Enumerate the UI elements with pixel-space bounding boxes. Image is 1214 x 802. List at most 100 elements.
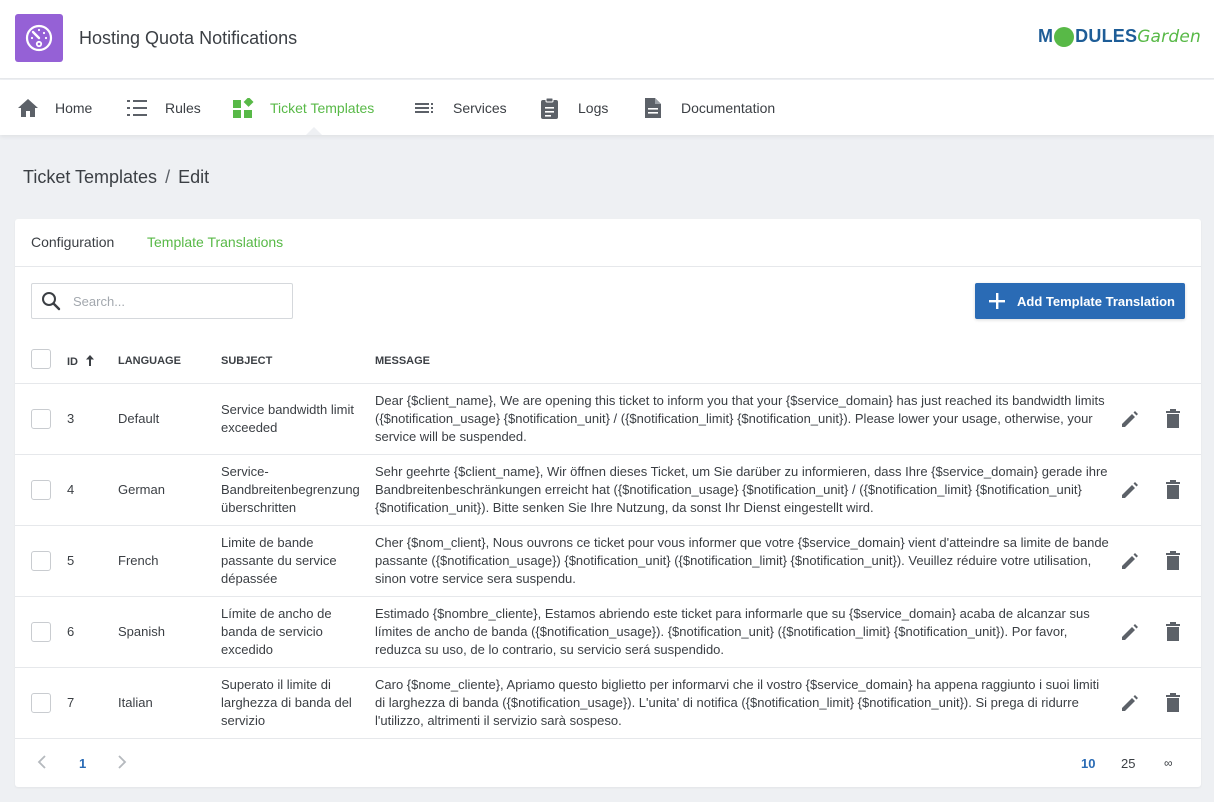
nav-label-home: Home — [55, 99, 93, 116]
nav-label-logs: Logs — [578, 99, 609, 116]
row-language: Default — [118, 411, 160, 426]
logo-globe-icon — [1054, 26, 1075, 47]
row-id: 6 — [67, 624, 75, 639]
search-icon — [42, 292, 61, 311]
row-subject: Service bandwidth limit exceeded — [221, 402, 354, 435]
logo-text-m: M — [1037, 26, 1054, 46]
trash-icon — [1166, 551, 1180, 570]
nav-label-services: Services — [453, 99, 507, 116]
plus-icon — [989, 293, 1005, 309]
table-header: ID LANGUAGE SUBJECT MESSAGE — [15, 339, 1201, 384]
row-subject: Service-Bandbreitenbegrenzung überschrit… — [221, 464, 360, 515]
row-id: 3 — [67, 411, 75, 426]
delete-button[interactable] — [1161, 478, 1185, 502]
main-nav: Home Rules Ticket Templates Services Log… — [0, 80, 1214, 135]
table-row: 7 Italian Superato il limite di larghezz… — [15, 668, 1201, 739]
trash-icon — [1166, 622, 1180, 641]
top-header: Hosting Quota Notifications M DULES Gard… — [0, 0, 1214, 79]
pencil-icon — [1122, 624, 1138, 640]
breadcrumb-parent[interactable]: Ticket Templates — [23, 167, 157, 187]
column-header-message: MESSAGE — [375, 355, 431, 367]
row-subject: Límite de ancho de banda de servicio exc… — [221, 606, 332, 657]
delete-button[interactable] — [1161, 407, 1185, 431]
row-language: Italian — [118, 695, 153, 710]
pencil-icon — [1122, 553, 1138, 569]
row-checkbox[interactable] — [31, 409, 51, 429]
row-language: Spanish — [118, 624, 165, 639]
row-subject: Limite de bande passante du service dépa… — [221, 535, 337, 586]
pencil-icon — [1122, 482, 1138, 498]
page-button-1[interactable]: 1 — [79, 756, 86, 771]
row-checkbox[interactable] — [31, 693, 51, 713]
nav-item-rules[interactable]: Rules — [127, 80, 201, 135]
breadcrumb: Ticket Templates / Edit — [23, 167, 209, 188]
search-input[interactable] — [73, 293, 273, 309]
translations-card: Configuration Template Translations Add … — [15, 219, 1201, 787]
nav-item-documentation[interactable]: Documentation — [643, 80, 775, 135]
table-row: 3 Default Service bandwidth limit exceed… — [15, 384, 1201, 455]
logo-text-dules: DULES — [1075, 26, 1138, 46]
page-size-10[interactable]: 10 — [1081, 756, 1095, 771]
pencil-icon — [1122, 695, 1138, 711]
chevron-left-icon — [37, 755, 46, 769]
row-id: 4 — [67, 482, 75, 497]
page-size-25[interactable]: 25 — [1121, 756, 1135, 771]
column-id-label: ID — [67, 356, 78, 368]
delete-button[interactable] — [1161, 620, 1185, 644]
row-id: 5 — [67, 553, 75, 568]
column-header-subject: SUBJECT — [221, 355, 273, 367]
nav-label-documentation: Documentation — [681, 99, 776, 116]
sort-ascending-icon — [86, 355, 95, 366]
row-message: Sehr geehrte {$client_name}, Wir öffnen … — [375, 464, 1108, 515]
list-numbered-icon — [127, 99, 147, 116]
edit-button[interactable] — [1118, 407, 1142, 431]
nav-label-rules: Rules — [165, 99, 201, 116]
page-size-all[interactable]: ∞ — [1164, 756, 1173, 770]
edit-button[interactable] — [1118, 549, 1142, 573]
row-checkbox[interactable] — [31, 551, 51, 571]
column-header-language: LANGUAGE — [118, 355, 181, 367]
row-language: French — [118, 553, 159, 568]
tab-template-translations[interactable]: Template Translations — [147, 234, 283, 250]
app-title: Hosting Quota Notifications — [79, 28, 298, 48]
prev-page-button[interactable] — [37, 755, 47, 772]
nav-item-ticket-templates[interactable]: Ticket Templates — [232, 80, 374, 135]
nav-item-home[interactable]: Home — [17, 80, 92, 135]
breadcrumb-separator: / — [165, 167, 171, 187]
modulesgarden-logo: M DULES Garden — [1038, 26, 1201, 47]
nav-label-ticket-templates: Ticket Templates — [270, 99, 375, 116]
delete-button[interactable] — [1161, 691, 1185, 715]
widgets-icon — [233, 97, 254, 118]
add-button-label: Add Template Translation — [1017, 293, 1175, 309]
speedometer-icon — [15, 14, 63, 62]
tab-bar: Configuration Template Translations — [15, 219, 1201, 267]
row-message: Estimado {$nombre_cliente}, Estamos abri… — [375, 606, 1090, 657]
row-message: Caro {$nome_cliente}, Apriamo questo big… — [375, 677, 1100, 728]
row-id: 7 — [67, 695, 75, 710]
active-nav-indicator — [306, 127, 322, 135]
delete-button[interactable] — [1161, 549, 1185, 573]
document-icon — [645, 97, 661, 118]
nav-item-logs[interactable]: Logs — [540, 80, 608, 135]
home-icon — [18, 98, 38, 117]
logo-text-garden: Garden — [1137, 26, 1201, 47]
pencil-icon — [1122, 411, 1138, 427]
breadcrumb-current: Edit — [178, 167, 210, 187]
nav-item-services[interactable]: Services — [415, 80, 507, 135]
tab-configuration[interactable]: Configuration — [31, 234, 114, 250]
add-template-translation-button[interactable]: Add Template Translation — [975, 283, 1185, 319]
edit-button[interactable] — [1118, 478, 1142, 502]
row-language: German — [118, 482, 165, 497]
column-header-id[interactable]: ID — [67, 355, 95, 368]
edit-button[interactable] — [1118, 620, 1142, 644]
row-checkbox[interactable] — [31, 622, 51, 642]
trash-icon — [1166, 693, 1180, 712]
search-box — [31, 283, 293, 319]
row-checkbox[interactable] — [31, 480, 51, 500]
next-page-button[interactable] — [117, 755, 127, 772]
trash-icon — [1166, 409, 1180, 428]
table-row: 5 French Limite de bande passante du ser… — [15, 526, 1201, 597]
row-message: Dear {$client_name}, We are opening this… — [375, 393, 1105, 444]
edit-button[interactable] — [1118, 691, 1142, 715]
select-all-checkbox[interactable] — [31, 349, 51, 369]
